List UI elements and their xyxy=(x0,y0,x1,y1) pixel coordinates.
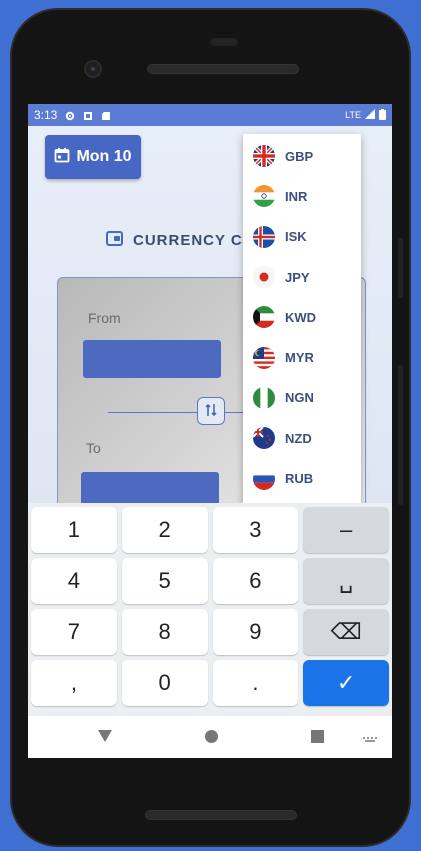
back-icon[interactable] xyxy=(98,730,112,742)
front-camera xyxy=(84,60,102,78)
key-2[interactable]: 2 xyxy=(121,507,208,553)
date-label: Mon 10 xyxy=(76,148,132,165)
japan-flag-icon xyxy=(253,266,275,289)
status-bar: 3:13 LTE xyxy=(28,104,392,126)
currency-option-inr[interactable]: INR xyxy=(243,176,361,216)
battery-icon xyxy=(379,108,386,122)
device-screen: 3:13 LTE Mon 10 CURRENCY CO From To GBP … xyxy=(28,104,392,758)
key-0[interactable]: 0 xyxy=(121,660,208,706)
settings-icon xyxy=(65,110,75,121)
keyboard-row: 7 8 9 ⌫ xyxy=(31,609,389,655)
currency-option-ngn[interactable]: NGN xyxy=(243,378,361,418)
title-text: CURRENCY CO xyxy=(133,232,256,249)
keyboard-row: 1 2 3 – xyxy=(31,507,389,553)
currency-option-kwd[interactable]: KWD xyxy=(243,297,361,337)
currency-dropdown: GBP INR ISK JPY KWD MYR NGN NZD RUB xyxy=(243,134,361,510)
swap-button[interactable] xyxy=(197,397,225,425)
top-speaker-grille xyxy=(147,64,299,74)
currency-code: INR xyxy=(285,188,308,204)
page-title: CURRENCY CO xyxy=(106,231,255,250)
notification-icon xyxy=(83,110,93,120)
swap-arrows-icon xyxy=(205,403,217,420)
currency-code: KWD xyxy=(285,309,317,325)
home-icon[interactable] xyxy=(205,730,218,743)
clock: 3:13 xyxy=(34,108,58,122)
keyboard-row: 4 5 6 ␣ xyxy=(31,558,389,604)
calendar-icon xyxy=(54,147,70,168)
key-confirm[interactable]: ✓ xyxy=(303,660,389,706)
earpiece xyxy=(210,38,238,46)
key-9[interactable]: 9 xyxy=(212,609,299,655)
key-backspace[interactable]: ⌫ xyxy=(303,609,389,655)
key-6[interactable]: 6 xyxy=(212,558,299,604)
date-button[interactable]: Mon 10 xyxy=(45,135,141,179)
currency-option-myr[interactable]: MYR xyxy=(243,337,361,377)
keyboard-row: , 0 . ✓ xyxy=(31,660,389,706)
currency-code: NGN xyxy=(285,390,314,406)
currency-code: MYR xyxy=(285,350,314,366)
recent-apps-icon[interactable] xyxy=(311,730,324,743)
from-label: From xyxy=(88,310,121,326)
key-3[interactable]: 3 xyxy=(212,507,299,553)
keyboard-switch-icon[interactable] xyxy=(363,732,377,742)
key-8[interactable]: 8 xyxy=(121,609,208,655)
key-1[interactable]: 1 xyxy=(31,507,117,553)
iceland-flag-icon xyxy=(253,225,275,248)
currency-code: GBP xyxy=(285,148,314,164)
currency-option-nzd[interactable]: NZD xyxy=(243,418,361,458)
kuwait-flag-icon xyxy=(253,306,275,329)
currency-code: NZD xyxy=(285,430,312,446)
bottom-speaker-grille xyxy=(145,810,297,820)
key-period[interactable]: . xyxy=(212,660,299,706)
currency-option-isk[interactable]: ISK xyxy=(243,217,361,257)
network-type: LTE xyxy=(345,110,361,120)
key-7[interactable]: 7 xyxy=(31,609,117,655)
new-zealand-flag-icon xyxy=(253,427,275,450)
power-button xyxy=(398,365,403,505)
india-flag-icon xyxy=(253,185,275,208)
volume-button xyxy=(398,238,403,298)
signal-icon xyxy=(365,109,375,121)
currency-option-rub[interactable]: RUB xyxy=(243,458,361,498)
key-4[interactable]: 4 xyxy=(31,558,117,604)
currency-option-gbp[interactable]: GBP xyxy=(243,136,361,176)
russia-flag-icon xyxy=(253,467,275,490)
wallet-icon xyxy=(106,231,123,250)
sd-card-icon xyxy=(101,110,111,120)
currency-code: JPY xyxy=(285,269,310,285)
key-minus[interactable]: – xyxy=(303,507,389,553)
malaysia-flag-icon xyxy=(253,346,275,369)
navigation-bar xyxy=(28,716,392,758)
key-comma[interactable]: , xyxy=(31,660,117,706)
nigeria-flag-icon xyxy=(253,386,275,409)
uk-flag-icon xyxy=(253,145,275,168)
to-label: To xyxy=(86,440,101,456)
key-5[interactable]: 5 xyxy=(121,558,208,604)
currency-code: RUB xyxy=(285,471,314,487)
currency-code: ISK xyxy=(285,229,307,245)
currency-option-jpy[interactable]: JPY xyxy=(243,257,361,297)
key-space[interactable]: ␣ xyxy=(303,558,389,604)
numeric-keyboard: 1 2 3 – 4 5 6 ␣ 7 8 9 ⌫ , 0 . ✓ xyxy=(28,503,392,721)
from-currency-select[interactable] xyxy=(83,340,221,378)
